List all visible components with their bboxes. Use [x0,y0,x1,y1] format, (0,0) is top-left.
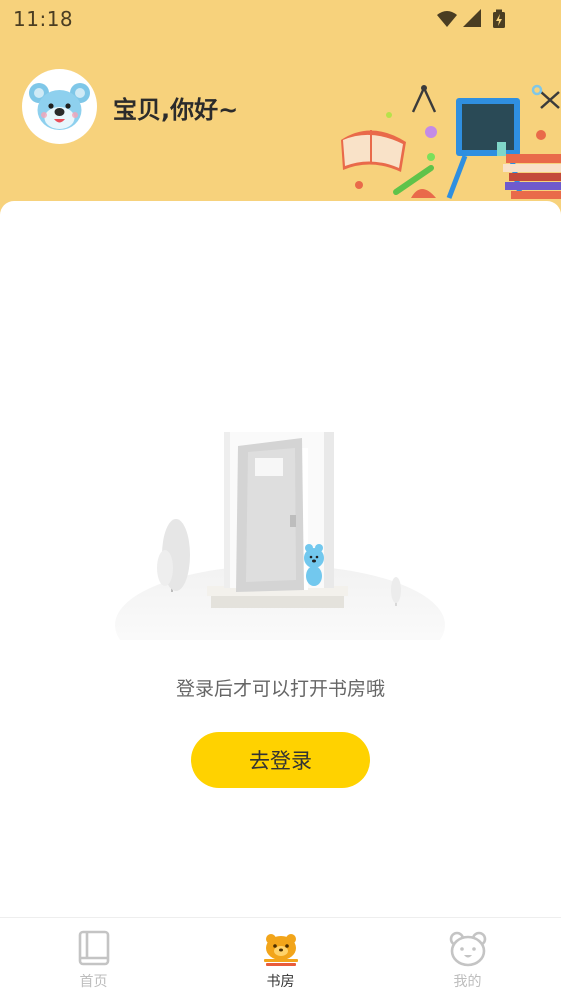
door-illustration [115,432,445,640]
avatar[interactable] [22,69,97,144]
bear-book-icon [263,934,298,966]
tab-home[interactable]: 首页 [0,918,187,999]
tab-study[interactable]: 书房 [187,918,374,999]
tab-mine[interactable]: 我的 [374,918,561,999]
status-icons [437,9,505,28]
tab-home-label: 首页 [79,974,108,990]
header: 11:18 宝贝,你好~ [0,0,561,230]
status-time: 11:18 [13,7,74,31]
school-supplies-illustration [341,84,561,199]
battery-charging-icon [493,9,505,28]
bear-face-icon [449,931,486,967]
login-button[interactable]: 去登录 [191,732,370,788]
status-bar: 11:18 [0,0,561,40]
login-hint-text: 登录后才可以打开书房哦 [175,678,385,700]
tab-study-label: 书房 [266,974,295,990]
bottom-tab-bar: 首页 书房 我的 [0,917,561,999]
book-icon [78,930,109,966]
koala-avatar-icon [29,83,90,130]
tab-mine-label: 我的 [453,974,482,990]
signal-icon [463,9,481,27]
greeting-text: 宝贝,你好~ [113,96,239,124]
wifi-icon [437,11,457,27]
